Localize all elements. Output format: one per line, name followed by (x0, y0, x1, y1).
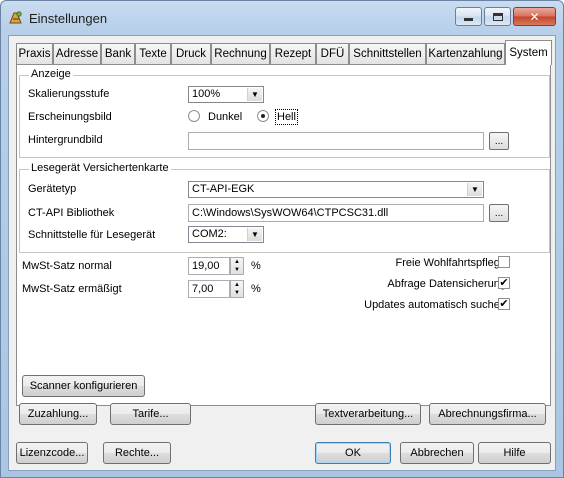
spin-down-icon[interactable]: ▼ (234, 290, 240, 296)
option-updates-checkbox[interactable]: ✔ (498, 298, 510, 310)
abbrechen-button[interactable]: Abbrechen (400, 442, 474, 464)
option-updates-label[interactable]: Updates automatisch suchen (364, 299, 506, 311)
app-icon (9, 11, 22, 24)
tab-rechnung[interactable]: Rechnung (211, 43, 270, 64)
mwst-ermaessigt-label: MwSt-Satz ermäßigt (22, 283, 122, 295)
tab-schnittstellen[interactable]: Schnittstellen (349, 43, 426, 64)
mwst-normal-unit: % (251, 260, 261, 272)
ok-button[interactable]: OK (315, 442, 391, 464)
maximize-icon (492, 12, 503, 21)
minimize-button[interactable] (455, 7, 482, 26)
tarife-button[interactable]: Tarife... (110, 403, 191, 425)
hintergrund-browse-button[interactable]: ... (489, 132, 509, 150)
close-button[interactable]: ✕ (513, 7, 556, 26)
lesegeraet-legend: Lesegerät Versichertenkarte (29, 162, 171, 174)
bibliothek-browse-button[interactable]: ... (489, 204, 509, 222)
skalierung-label: Skalierungsstufe (28, 88, 110, 100)
spin-down-icon[interactable]: ▼ (234, 267, 240, 273)
tab-druck[interactable]: Druck (171, 43, 211, 64)
minimize-icon (464, 18, 473, 21)
mwst-normal-label: MwSt-Satz normal (22, 260, 112, 272)
skalierung-select[interactable]: 100% ▼ (188, 86, 264, 103)
title-bar[interactable]: Einstellungen ✕ (1, 1, 563, 35)
hintergrund-label: Hintergrundbild (28, 134, 103, 146)
radio-hell[interactable] (257, 110, 269, 122)
tab-kartenzahlung[interactable]: Kartenzahlung (426, 43, 505, 64)
option-wohlfahrt-label[interactable]: Freie Wohlfahrtspflege (396, 257, 506, 269)
tab-system[interactable]: System (505, 40, 552, 65)
tab-rezept[interactable]: Rezept (270, 43, 316, 64)
tab-praxis[interactable]: Praxis (16, 43, 53, 64)
settings-window: Einstellungen ✕ Praxis Adresse Bank Text… (0, 0, 564, 478)
bibliothek-input[interactable]: C:\Windows\SysWOW64\CTPCSC31.dll (188, 204, 484, 222)
lizenzcode-button[interactable]: Lizenzcode... (16, 442, 88, 464)
mwst-ermaessigt-spinner[interactable]: ▲ ▼ (230, 280, 244, 298)
radio-dunkel-label[interactable]: Dunkel (208, 111, 242, 123)
close-icon: ✕ (529, 9, 540, 24)
tab-dfue[interactable]: DFÜ (316, 43, 349, 64)
textverarbeitung-button[interactable]: Textverarbeitung... (315, 403, 421, 425)
rechte-button[interactable]: Rechte... (103, 442, 171, 464)
tab-adresse[interactable]: Adresse (53, 43, 101, 64)
option-datensicherung-label[interactable]: Abfrage Datensicherung (387, 278, 506, 290)
schnittstelle-value: COM2: (192, 228, 227, 240)
geraetetyp-select[interactable]: CT-API-EGK ▼ (188, 181, 484, 198)
geraetetyp-value: CT-API-EGK (192, 183, 255, 195)
erscheinung-label: Erscheinungsbild (28, 111, 112, 123)
tab-texte[interactable]: Texte (135, 43, 171, 64)
geraetetyp-label: Gerätetyp (28, 183, 77, 195)
zuzahlung-button[interactable]: Zuzahlung... (19, 403, 97, 425)
mwst-ermaessigt-input[interactable]: 7,00 (188, 280, 230, 298)
radio-hell-label[interactable]: Hell (275, 109, 298, 125)
hintergrund-input[interactable] (188, 132, 484, 150)
dialog-client-area: Praxis Adresse Bank Texte Druck Rechnung… (8, 35, 556, 471)
chevron-down-icon[interactable]: ▼ (247, 88, 262, 101)
skalierung-value: 100% (192, 88, 221, 100)
schnittstelle-select[interactable]: COM2: ▼ (188, 226, 264, 243)
mwst-normal-spinner[interactable]: ▲ ▼ (230, 257, 244, 275)
tab-bank[interactable]: Bank (101, 43, 135, 64)
mwst-normal-input[interactable]: 19,00 (188, 257, 230, 275)
maximize-button[interactable] (484, 7, 511, 26)
mwst-ermaessigt-unit: % (251, 283, 261, 295)
schnittstelle-label: Schnittstelle für Lesegerät (28, 229, 156, 241)
anzeige-legend: Anzeige (29, 68, 73, 80)
spin-up-icon[interactable]: ▲ (234, 282, 240, 288)
radio-dunkel[interactable] (188, 110, 200, 122)
spin-up-icon[interactable]: ▲ (234, 259, 240, 265)
scanner-button[interactable]: Scanner konfigurieren (22, 375, 145, 397)
hilfe-button[interactable]: Hilfe (478, 442, 551, 464)
bibliothek-label: CT-API Bibliothek (28, 207, 115, 219)
option-datensicherung-checkbox[interactable]: ✔ (498, 277, 510, 289)
option-wohlfahrt-checkbox[interactable] (498, 256, 510, 268)
chevron-down-icon[interactable]: ▼ (247, 228, 262, 241)
abrechnungsfirma-button[interactable]: Abrechnungsfirma... (429, 403, 546, 425)
system-tab-panel: Anzeige Skalierungsstufe 100% ▼ Erschein… (16, 64, 551, 406)
window-title: Einstellungen (29, 11, 108, 26)
chevron-down-icon[interactable]: ▼ (467, 183, 482, 196)
